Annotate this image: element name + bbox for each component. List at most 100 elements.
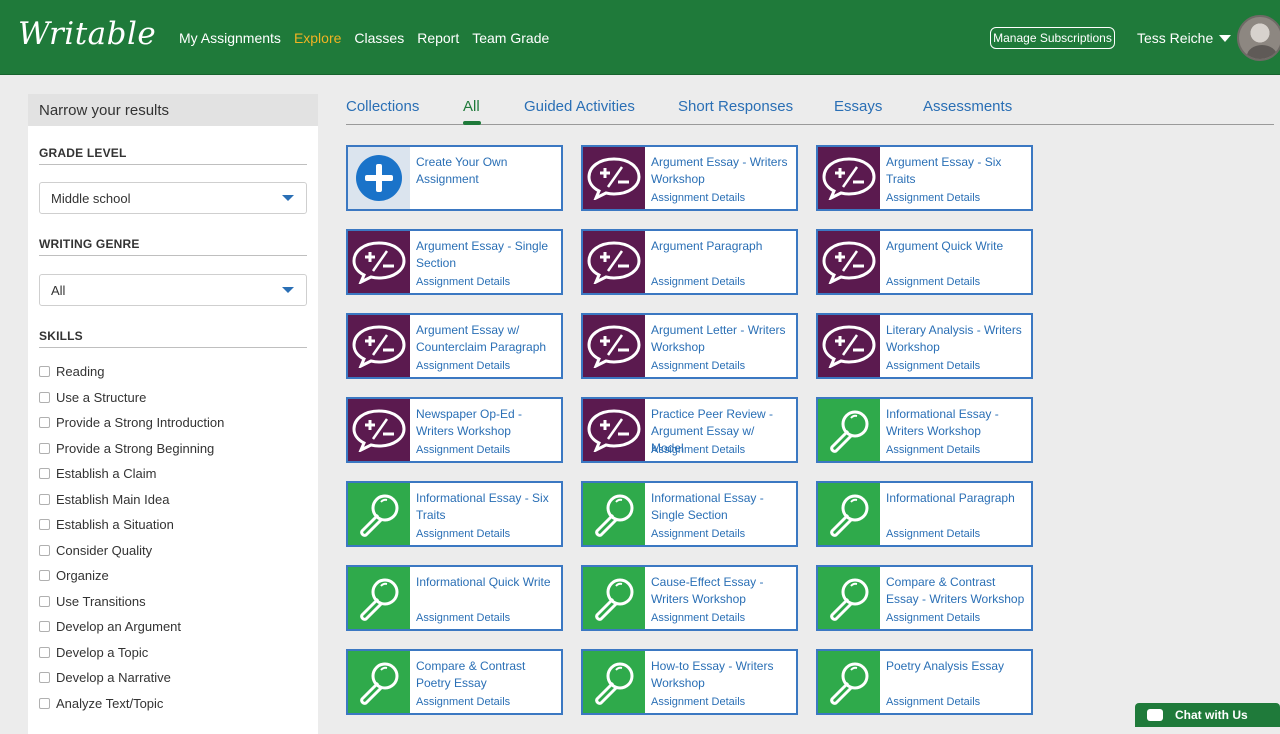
card-title[interactable]: Informational Essay - Writers Workshop (886, 406, 1025, 440)
card-title[interactable]: Informational Quick Write (416, 574, 555, 591)
card-title[interactable]: Informational Essay - Single Section (651, 490, 790, 524)
assignment-card[interactable]: Literary Analysis - Writers Workshop Assi… (816, 313, 1033, 379)
tab-short-responses[interactable]: Short Responses (678, 98, 793, 115)
writable-logo[interactable]: Writable (18, 16, 156, 52)
assignment-card[interactable]: Practice Peer Review - Argument Essay w/… (581, 397, 798, 463)
card-title[interactable]: Literary Analysis - Writers Workshop (886, 322, 1025, 356)
writing-genre-select[interactable]: All (39, 274, 307, 306)
assignment-details-link[interactable]: Assignment Details (886, 276, 980, 288)
skill-item[interactable]: Establish a Situation (39, 512, 307, 538)
skill-checkbox[interactable] (39, 621, 50, 633)
assignment-details-link[interactable]: Assignment Details (886, 192, 980, 204)
skill-item[interactable]: Develop a Topic (39, 640, 307, 666)
card-title[interactable]: Poetry Analysis Essay (886, 658, 1025, 675)
manage-subscriptions-button[interactable]: Manage Subscriptions (990, 27, 1115, 49)
skill-checkbox[interactable] (39, 519, 50, 531)
skill-checkbox[interactable] (39, 672, 50, 684)
card-title[interactable]: Cause-Effect Essay - Writers Workshop (651, 574, 790, 608)
skill-item[interactable]: Develop an Argument (39, 614, 307, 640)
tab-assessments[interactable]: Assessments (923, 98, 1012, 115)
skill-checkbox[interactable] (39, 544, 50, 556)
assignment-card[interactable]: Cause-Effect Essay - Writers Workshop Ass… (581, 565, 798, 631)
assignment-card[interactable]: Informational Essay - Writers Workshop As… (816, 397, 1033, 463)
tab-collections[interactable]: Collections (346, 98, 419, 115)
skill-item[interactable]: Provide a Strong Beginning (39, 436, 307, 462)
card-title[interactable]: Argument Essay - Writers Workshop (651, 154, 790, 188)
card-title[interactable]: Newspaper Op-Ed - Writers Workshop (416, 406, 555, 440)
skill-item[interactable]: Establish a Claim (39, 461, 307, 487)
card-title[interactable]: Argument Letter - Writers Workshop (651, 322, 790, 356)
card-title[interactable]: Compare & Contrast Poetry Essay (416, 658, 555, 692)
card-title[interactable]: Informational Essay - Six Traits (416, 490, 555, 524)
assignment-details-link[interactable]: Assignment Details (416, 612, 510, 624)
skill-item[interactable]: Use Transitions (39, 589, 307, 615)
assignment-details-link[interactable]: Assignment Details (651, 528, 745, 540)
card-title[interactable]: How-to Essay - Writers Workshop (651, 658, 790, 692)
assignment-card[interactable]: Informational Paragraph Assignment Detail… (816, 481, 1033, 547)
assignment-details-link[interactable]: Assignment Details (416, 696, 510, 708)
assignment-details-link[interactable]: Assignment Details (886, 528, 980, 540)
chat-with-us-button[interactable]: Chat with Us (1135, 703, 1280, 727)
card-title[interactable]: Argument Paragraph (651, 238, 790, 255)
user-menu[interactable]: Tess Reiche (1137, 30, 1232, 46)
skill-checkbox[interactable] (39, 493, 50, 505)
skill-checkbox[interactable] (39, 468, 50, 480)
nav-classes[interactable]: Classes (354, 30, 404, 46)
skill-item[interactable]: Analyze Text/Topic (39, 691, 307, 717)
card-title[interactable]: Informational Paragraph (886, 490, 1025, 507)
skill-checkbox[interactable] (39, 391, 50, 403)
skill-checkbox[interactable] (39, 595, 50, 607)
card-title[interactable]: Argument Quick Write (886, 238, 1025, 255)
skill-item[interactable]: Provide a Strong Introduction (39, 410, 307, 436)
card-title[interactable]: Create Your Own Assignment (416, 154, 555, 188)
assignment-card[interactable]: Informational Quick Write Assignment Deta… (346, 565, 563, 631)
assignment-card[interactable]: How-to Essay - Writers Workshop Assignmen… (581, 649, 798, 715)
nav-team-grade[interactable]: Team Grade (472, 30, 549, 46)
assignment-details-link[interactable]: Assignment Details (416, 360, 510, 372)
assignment-card[interactable]: Informational Essay - Single Section Assi… (581, 481, 798, 547)
avatar[interactable] (1237, 15, 1280, 61)
assignment-card[interactable]: Newspaper Op-Ed - Writers Workshop Assign… (346, 397, 563, 463)
assignment-card[interactable]: Informational Essay - Six Traits Assignme… (346, 481, 563, 547)
assignment-card[interactable]: Argument Essay - Single Section Assignmen… (346, 229, 563, 295)
assignment-details-link[interactable]: Assignment Details (416, 444, 510, 456)
assignment-card[interactable]: Argument Essay w/ Counterclaim Paragraph… (346, 313, 563, 379)
assignment-card[interactable]: Argument Essay - Six Traits Assignment De… (816, 145, 1033, 211)
tab-all[interactable]: All (463, 98, 480, 115)
skill-item[interactable]: Organize (39, 563, 307, 589)
skill-item[interactable]: Consider Quality (39, 538, 307, 564)
assignment-details-link[interactable]: Assignment Details (651, 444, 745, 456)
nav-my-assignments[interactable]: My Assignments (179, 30, 281, 46)
assignment-details-link[interactable]: Assignment Details (886, 444, 980, 456)
assignment-card[interactable]: Argument Quick Write Assignment Details (816, 229, 1033, 295)
assignment-details-link[interactable]: Assignment Details (651, 276, 745, 288)
skill-item[interactable]: Reading (39, 359, 307, 385)
tab-essays[interactable]: Essays (834, 98, 882, 115)
assignment-details-link[interactable]: Assignment Details (416, 528, 510, 540)
skill-checkbox[interactable] (39, 646, 50, 658)
tab-guided-activities[interactable]: Guided Activities (524, 98, 635, 115)
assignment-details-link[interactable]: Assignment Details (886, 360, 980, 372)
assignment-card[interactable]: Argument Paragraph Assignment Details (581, 229, 798, 295)
skill-item[interactable]: Use a Structure (39, 385, 307, 411)
assignment-details-link[interactable]: Assignment Details (651, 612, 745, 624)
skill-checkbox[interactable] (39, 417, 50, 429)
nav-report[interactable]: Report (417, 30, 459, 46)
assignment-details-link[interactable]: Assignment Details (416, 276, 510, 288)
nav-explore[interactable]: Explore (294, 30, 341, 46)
grade-level-select[interactable]: Middle school (39, 182, 307, 214)
assignment-details-link[interactable]: Assignment Details (886, 696, 980, 708)
assignment-card[interactable]: Argument Letter - Writers Workshop Assign… (581, 313, 798, 379)
assignment-details-link[interactable]: Assignment Details (886, 612, 980, 624)
card-title[interactable]: Argument Essay w/ Counterclaim Paragraph (416, 322, 555, 356)
assignment-card[interactable]: Poetry Analysis Essay Assignment Details (816, 649, 1033, 715)
skill-checkbox[interactable] (39, 442, 50, 454)
card-title[interactable]: Argument Essay - Single Section (416, 238, 555, 272)
skill-item[interactable]: Establish Main Idea (39, 487, 307, 513)
assignment-card[interactable]: Compare & Contrast Essay - Writers Works… (816, 565, 1033, 631)
skill-checkbox[interactable] (39, 697, 50, 709)
skill-item[interactable]: Develop a Narrative (39, 665, 307, 691)
card-title[interactable]: Compare & Contrast Essay - Writers Works… (886, 574, 1025, 608)
assignment-details-link[interactable]: Assignment Details (651, 696, 745, 708)
create-assignment-card[interactable]: Create Your Own Assignment (346, 145, 563, 211)
